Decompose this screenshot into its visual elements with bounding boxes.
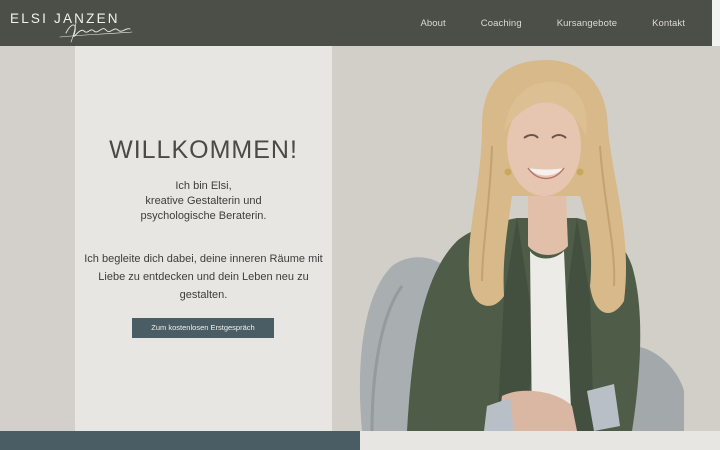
portrait-photo	[332, 46, 720, 431]
hero-intro: Ich bin Elsi, kreative Gestalterin und p…	[75, 179, 332, 224]
portrait-illustration	[332, 46, 720, 431]
hero-text-panel: WILLKOMMEN! Ich bin Elsi, kreative Gesta…	[75, 46, 332, 431]
footer-band-right	[360, 431, 720, 450]
main-nav: About Coaching Kursangebote Kontakt	[420, 0, 685, 46]
footer-band-left	[0, 431, 360, 450]
hero-title: WILLKOMMEN!	[109, 136, 298, 164]
intro-line: Ich bin Elsi,	[175, 180, 232, 192]
logo-signature	[59, 22, 133, 43]
scrollbar-gutter	[712, 0, 720, 46]
consultation-button[interactable]: Zum kostenlosen Erstgespräch	[132, 318, 274, 338]
logo[interactable]: ELSI JANZEN	[10, 3, 133, 43]
nav-item-about[interactable]: About	[420, 18, 445, 29]
page: ELSI JANZEN About Coaching Kursangebote …	[0, 0, 720, 450]
nav-item-kursangebote[interactable]: Kursangebote	[557, 18, 617, 29]
intro-line: kreative Gestalterin und	[145, 195, 262, 207]
nav-item-kontakt[interactable]: Kontakt	[652, 18, 685, 29]
intro-line: psychologische Beraterin.	[140, 210, 267, 222]
site-header: ELSI JANZEN About Coaching Kursangebote …	[0, 0, 712, 46]
nav-item-coaching[interactable]: Coaching	[481, 18, 522, 29]
hero-mission-text: Ich begleite dich dabei, deine inneren R…	[84, 253, 323, 301]
